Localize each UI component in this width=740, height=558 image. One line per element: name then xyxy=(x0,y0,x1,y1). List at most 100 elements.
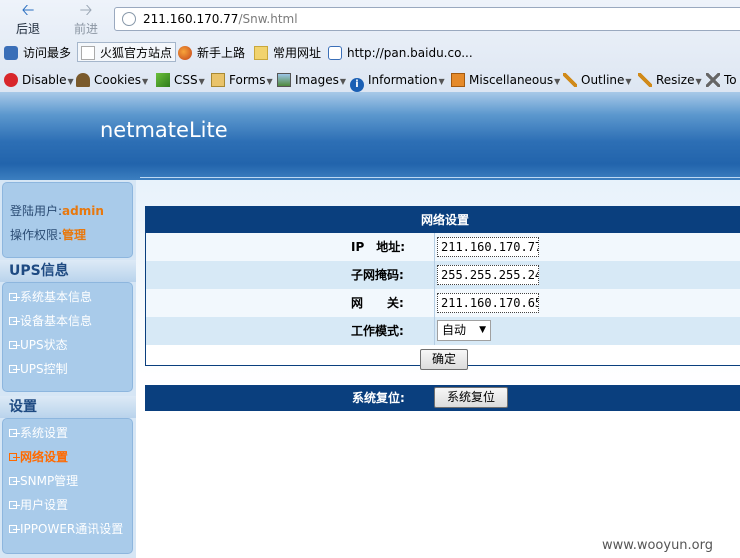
bullet-icon xyxy=(9,525,20,533)
system-reset-button[interactable]: 系统复位 xyxy=(434,387,508,408)
url-path: /Snw.html xyxy=(238,12,298,26)
work-mode-value: 自动 xyxy=(442,323,467,337)
system-reset-bar: 系统复位: 系统复位 xyxy=(145,385,740,411)
confirm-button[interactable]: 确定 xyxy=(420,349,468,370)
watermark: www.wooyun.org xyxy=(602,538,714,553)
logged-in-user: 登陆用户:admin xyxy=(10,204,104,218)
devtool-images[interactable]: Images▼ xyxy=(277,70,346,90)
gateway-label: 网 关: xyxy=(351,289,435,317)
bookmark-firefox-official[interactable]: 火狐官方站点 xyxy=(77,42,177,62)
sidebar-item-system-settings[interactable]: 系统设置 xyxy=(9,424,68,441)
sidebar-item-ups-control[interactable]: UPS控制 xyxy=(9,360,68,377)
user-info-panel: 登陆用户:admin 操作权限:管理 xyxy=(2,182,133,258)
address-bar[interactable]: 211.160.170.77/Snw.html xyxy=(114,7,740,31)
header-banner: netmateLite xyxy=(0,92,740,182)
devtool-disable[interactable]: Disable▼ xyxy=(4,70,74,90)
bullet-icon xyxy=(9,293,20,301)
chevron-down-icon: ▼ xyxy=(479,325,486,335)
sidebar-item-ippower-settings[interactable]: IPPOWER通讯设置 xyxy=(9,520,123,537)
sidebar-item-ups-status[interactable]: UPS状态 xyxy=(9,336,68,353)
sidebar-item-device-basic-info[interactable]: 设备基本信息 xyxy=(9,312,92,329)
baidu-icon xyxy=(328,46,342,60)
bookmark-common-sites[interactable]: 常用网址 xyxy=(254,43,321,63)
bullet-icon xyxy=(9,429,20,437)
firefox-icon xyxy=(178,46,192,60)
browser-chrome: 🡠 后退 🡢 前进 211.160.170.77/Snw.html 访问最多 火… xyxy=(0,0,740,92)
bullet-icon xyxy=(9,365,20,373)
chevron-down-icon: ▼ xyxy=(67,77,74,86)
devtool-forms[interactable]: Forms▼ xyxy=(211,70,273,90)
bookmarks-toolbar: 访问最多 火狐官方站点 新手上路 常用网址 http://pan.baidu.c… xyxy=(0,40,740,66)
chevron-down-icon: ▼ xyxy=(266,77,273,86)
folder-icon xyxy=(254,46,268,60)
devtool-resize[interactable]: Resize▼ xyxy=(638,70,702,90)
cookies-icon xyxy=(76,73,90,87)
outline-icon xyxy=(563,73,577,87)
images-icon xyxy=(277,73,291,87)
gateway-input[interactable]: 211.160.170.65 xyxy=(437,293,539,313)
work-mode-select[interactable]: 自动 ▼ xyxy=(437,320,491,341)
sidebar-item-user-settings[interactable]: 用户设置 xyxy=(9,496,68,513)
chevron-down-icon: ▼ xyxy=(198,77,205,86)
bullet-icon xyxy=(9,341,20,349)
chevron-down-icon: ▼ xyxy=(141,77,149,86)
tools-icon xyxy=(706,73,720,87)
forward-label: 前进 xyxy=(73,22,98,36)
url-host: 211.160.170.77 xyxy=(143,12,239,26)
permission-level: 操作权限:管理 xyxy=(10,228,87,242)
web-developer-toolbar: Disable▼ Cookies▼ CSS▼ Forms▼ Images▼ iI… xyxy=(0,67,740,92)
sidebar: 登陆用户:admin 操作权限:管理 UPS信息 系统基本信息 设备基本信息 U… xyxy=(0,180,136,558)
resize-icon xyxy=(638,73,652,87)
banner-divider xyxy=(140,177,740,178)
misc-icon xyxy=(451,73,465,87)
subnet-mask-input[interactable]: 255.255.255.24 xyxy=(437,265,539,285)
user-name: admin xyxy=(62,204,104,218)
subnet-mask-row: 子网掩码: 255.255.255.24 xyxy=(146,261,740,289)
app-title: netmateLite xyxy=(100,118,228,142)
chevron-down-icon: ▼ xyxy=(339,77,346,86)
chevron-down-icon: ▼ xyxy=(438,77,445,86)
back-arrow-icon: 🡠 xyxy=(21,0,35,19)
work-mode-row: 工作模式: 自动 ▼ xyxy=(146,317,740,345)
forms-icon xyxy=(211,73,225,87)
system-reset-label: 系统复位: xyxy=(352,391,405,405)
gateway-row: 网 关: 211.160.170.65 xyxy=(146,289,740,317)
network-settings-title: 网络设置 xyxy=(146,207,740,233)
sidebar-section-settings: 设置 xyxy=(0,396,136,418)
devtool-information[interactable]: i Information▼ xyxy=(350,70,445,92)
page-content: netmateLite 登陆用户:admin 操作权限:管理 UPS信息 系统基… xyxy=(0,92,740,558)
network-settings-form: 网络设置 IP 地址: 211.160.170.77 子网掩码: 255.255… xyxy=(145,206,740,366)
sidebar-item-snmp-management[interactable]: SNMP管理 xyxy=(9,472,78,489)
bookmark-most-visited[interactable]: 访问最多 xyxy=(4,43,71,63)
back-button[interactable]: 🡠 后退 xyxy=(6,0,50,38)
bullet-icon xyxy=(9,317,20,325)
sidebar-section-ups-info: UPS信息 xyxy=(0,260,136,282)
bullet-icon xyxy=(9,453,20,461)
bookmark-getting-started[interactable]: 新手上路 xyxy=(178,43,245,63)
forward-button[interactable]: 🡢 前进 xyxy=(64,0,108,38)
bullet-icon xyxy=(9,501,20,509)
sidebar-item-network-settings[interactable]: 网络设置 xyxy=(9,448,68,465)
bookmark-baidu-pan[interactable]: http://pan.baidu.co... xyxy=(328,43,473,63)
sidebar-item-system-basic-info[interactable]: 系统基本信息 xyxy=(9,288,92,305)
devtool-cookies[interactable]: Cookies▼ xyxy=(76,70,148,90)
bullet-icon xyxy=(9,477,20,485)
chevron-down-icon: ▼ xyxy=(695,77,702,86)
devtool-css[interactable]: CSS▼ xyxy=(156,70,205,90)
site-identity-icon[interactable] xyxy=(122,12,136,26)
devtool-miscellaneous[interactable]: Miscellaneous▼ xyxy=(451,70,560,90)
ip-address-label: IP 地址: xyxy=(351,233,435,261)
back-label: 后退 xyxy=(15,22,40,36)
work-mode-label: 工作模式: xyxy=(351,317,435,345)
page-icon xyxy=(81,46,95,60)
css-icon xyxy=(156,73,170,87)
chevron-down-icon: ▼ xyxy=(625,77,632,86)
ip-address-row: IP 地址: 211.160.170.77 xyxy=(146,233,740,261)
info-icon: i xyxy=(350,78,364,92)
chevron-down-icon: ▼ xyxy=(554,77,561,86)
devtool-outline[interactable]: Outline▼ xyxy=(563,70,632,90)
ip-address-input[interactable]: 211.160.170.77 xyxy=(437,237,539,257)
disable-icon xyxy=(4,73,18,87)
devtool-tools[interactable]: To xyxy=(706,70,737,90)
most-visited-icon xyxy=(4,46,18,60)
